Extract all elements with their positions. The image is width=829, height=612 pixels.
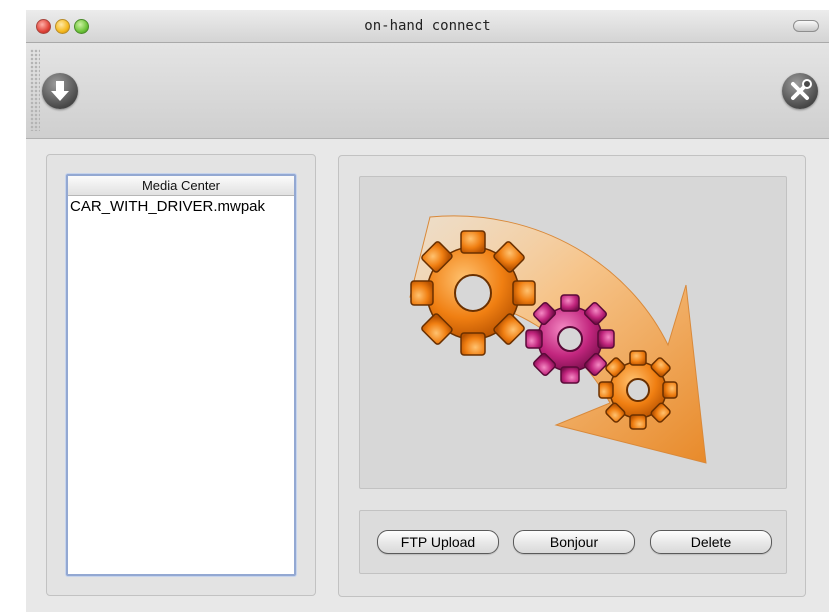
- download-button[interactable]: [42, 73, 78, 109]
- bonjour-button[interactable]: Bonjour: [513, 530, 635, 554]
- action-button-bar: FTP Upload Bonjour Delete: [359, 510, 787, 574]
- gears-arrow-icon: [409, 215, 707, 464]
- media-list-header[interactable]: Media Center: [68, 176, 294, 196]
- toolbar-toggle-button[interactable]: [793, 20, 819, 32]
- download-arrow-icon: [51, 81, 69, 101]
- app-window: on-hand connect Media Center CAR_WITH_DR…: [26, 10, 829, 612]
- toolbar-grip: [30, 49, 40, 131]
- preview-image-well: [359, 176, 787, 489]
- media-list[interactable]: Media Center CAR_WITH_DRIVER.mwpak: [66, 174, 296, 576]
- tools-button[interactable]: [782, 73, 818, 109]
- list-item[interactable]: CAR_WITH_DRIVER.mwpak: [68, 196, 294, 216]
- delete-button[interactable]: Delete: [650, 530, 772, 554]
- media-panel: Media Center CAR_WITH_DRIVER.mwpak: [46, 154, 316, 596]
- title-bar[interactable]: on-hand connect: [26, 10, 829, 43]
- toolbar: [26, 43, 829, 139]
- ftp-upload-button[interactable]: FTP Upload: [377, 530, 499, 554]
- preview-panel: FTP Upload Bonjour Delete: [338, 155, 806, 597]
- tools-icon: [791, 79, 812, 100]
- window-title: on-hand connect: [364, 18, 491, 34]
